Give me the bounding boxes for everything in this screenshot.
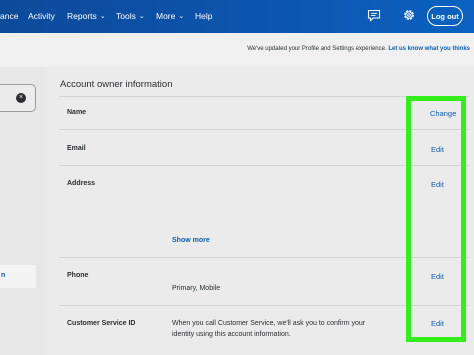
nav-item-help[interactable]: Help (195, 11, 212, 21)
chevron-down-icon: ⌄ (138, 13, 145, 20)
name-label: Name (67, 109, 87, 116)
nav-item-tools[interactable]: Tools ⌄ (116, 11, 145, 21)
chevron-down-icon: ⌄ (99, 13, 106, 20)
notice-text: We've updated your Profile and Settings … (247, 46, 470, 52)
feedback-link[interactable]: Let us know what you thinks (388, 46, 470, 52)
chevron-down-icon: ⌄ (178, 13, 185, 20)
customer-service-id-value-line2: identity using this account information. (172, 331, 291, 338)
phone-value: Primary, Mobile (172, 285, 221, 292)
sidebar-search-field[interactable]: × (0, 84, 36, 112)
top-navigation: ance Activity Reports ⌄ Tools ⌄ More ⌄ Help… (0, 0, 474, 33)
sidebar: × n (0, 67, 44, 355)
nav-item-more[interactable]: More ⌄ (156, 11, 184, 21)
customer-service-id-label: Customer Service ID (67, 320, 136, 327)
nav-item-balance[interactable]: ance (0, 11, 18, 21)
gear-icon[interactable] (402, 8, 416, 22)
sidebar-item-label: n (1, 272, 6, 279)
nav-item-activity[interactable]: Activity (28, 11, 55, 21)
email-label: Email (67, 145, 86, 152)
phone-label: Phone (67, 272, 89, 279)
clear-icon[interactable]: × (16, 93, 26, 103)
show-more-link[interactable]: Show more (172, 237, 210, 244)
sidebar-item-active[interactable]: n (0, 265, 36, 288)
update-notice-banner: We've updated your Profile and Settings … (0, 33, 474, 67)
highlight-box (406, 96, 466, 342)
address-label: Address (67, 180, 96, 187)
customer-service-id-value-line1: When you call Customer Service, we'll as… (172, 320, 366, 327)
section-title: Account owner information (60, 79, 173, 90)
nav-item-reports[interactable]: Reports ⌄ (67, 11, 106, 21)
logout-button[interactable]: Log out (427, 6, 463, 26)
message-icon[interactable] (367, 9, 381, 22)
